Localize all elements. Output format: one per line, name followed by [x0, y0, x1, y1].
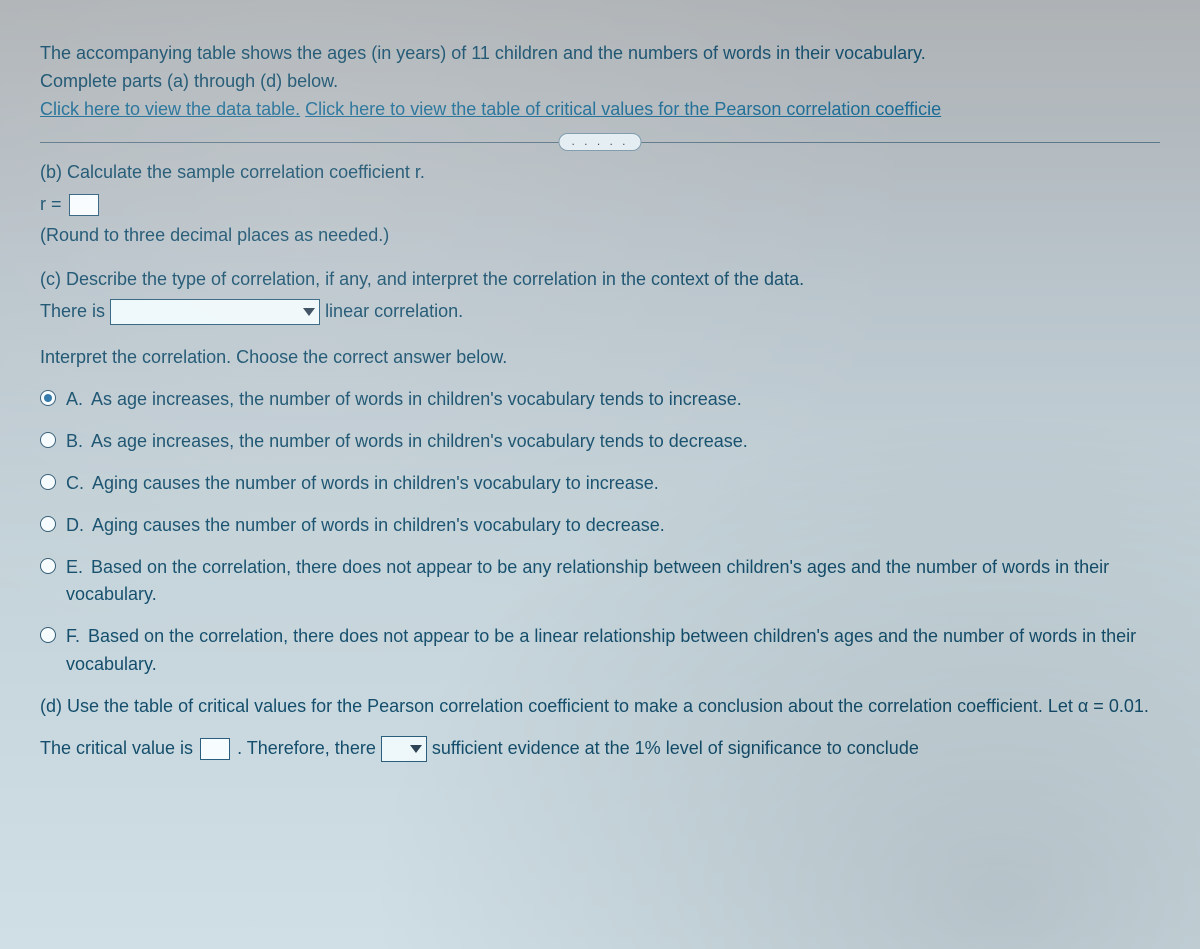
option-row-d[interactable]: D. Aging causes the number of words in ch…: [40, 512, 1160, 540]
chevron-down-icon: [410, 745, 422, 753]
part-c-prompt: (c) Describe the type of correlation, if…: [40, 266, 1160, 294]
section-divider: . . . . .: [40, 142, 1160, 143]
divider-handle[interactable]: . . . . .: [558, 133, 641, 151]
part-b: (b) Calculate the sample correlation coe…: [40, 159, 1160, 251]
option-letter: E.: [66, 557, 83, 577]
option-row-b[interactable]: B. As age increases, the number of words …: [40, 428, 1160, 456]
sufficient-evidence-text: sufficient evidence at the 1% level of s…: [432, 738, 919, 758]
option-text: C. Aging causes the number of words in ch…: [66, 470, 659, 498]
option-row-e[interactable]: E.Based on the correlation, there does n…: [40, 554, 1160, 610]
option-text: F.Based on the correlation, there does n…: [66, 623, 1160, 679]
r-equals-label: r =: [40, 194, 62, 214]
option-row-a[interactable]: A. As age increases, the number of words …: [40, 386, 1160, 414]
option-body: Aging causes the number of words in chil…: [92, 515, 665, 535]
part-c: (c) Describe the type of correlation, if…: [40, 266, 1160, 679]
option-body: Aging causes the number of words in chil…: [92, 473, 659, 493]
option-body: Based on the correlation, there does not…: [66, 626, 1136, 674]
part-d-prompt: (d) Use the table of critical values for…: [40, 693, 1160, 721]
correlation-type-select[interactable]: [110, 299, 320, 325]
radio-d[interactable]: [40, 516, 56, 532]
radio-f[interactable]: [40, 627, 56, 643]
radio-b[interactable]: [40, 432, 56, 448]
radio-e[interactable]: [40, 558, 56, 574]
chevron-down-icon: [303, 308, 315, 316]
option-letter: D.: [66, 515, 84, 535]
part-d: (d) Use the table of critical values for…: [40, 693, 1160, 763]
part-b-prompt: (b) Calculate the sample correlation coe…: [40, 159, 1160, 187]
therefore-text: . Therefore, there: [237, 738, 376, 758]
data-table-link[interactable]: Click here to view the data table.: [40, 99, 300, 119]
option-body: As age increases, the number of words in…: [91, 389, 742, 409]
option-row-c[interactable]: C. Aging causes the number of words in ch…: [40, 470, 1160, 498]
option-text: E.Based on the correlation, there does n…: [66, 554, 1160, 610]
option-text: A. As age increases, the number of words …: [66, 386, 742, 414]
option-letter: B.: [66, 431, 83, 451]
option-text: B. As age increases, the number of words …: [66, 428, 748, 456]
linear-correlation-label: linear correlation.: [325, 301, 463, 321]
problem-intro: The accompanying table shows the ages (i…: [40, 40, 1160, 124]
option-body: Based on the correlation, there does not…: [66, 557, 1109, 605]
critical-values-link[interactable]: Click here to view the table of critical…: [305, 99, 941, 119]
radio-a[interactable]: [40, 390, 56, 406]
evidence-select[interactable]: [381, 736, 427, 762]
option-row-f[interactable]: F.Based on the correlation, there does n…: [40, 623, 1160, 679]
interpret-prompt: Interpret the correlation. Choose the co…: [40, 344, 1160, 372]
r-value-input[interactable]: [69, 194, 99, 216]
option-letter: A.: [66, 389, 83, 409]
critical-value-prefix: The critical value is: [40, 738, 193, 758]
there-is-label: There is: [40, 301, 105, 321]
option-letter: C.: [66, 473, 84, 493]
option-letter: F.: [66, 626, 80, 646]
interpretation-options: A. As age increases, the number of words …: [40, 386, 1160, 679]
option-text: D. Aging causes the number of words in ch…: [66, 512, 665, 540]
intro-line2: Complete parts (a) through (d) below.: [40, 68, 1160, 96]
critical-value-input[interactable]: [200, 738, 230, 760]
option-body: As age increases, the number of words in…: [91, 431, 748, 451]
round-note: (Round to three decimal places as needed…: [40, 222, 1160, 250]
intro-line1: The accompanying table shows the ages (i…: [40, 40, 1160, 68]
radio-c[interactable]: [40, 474, 56, 490]
